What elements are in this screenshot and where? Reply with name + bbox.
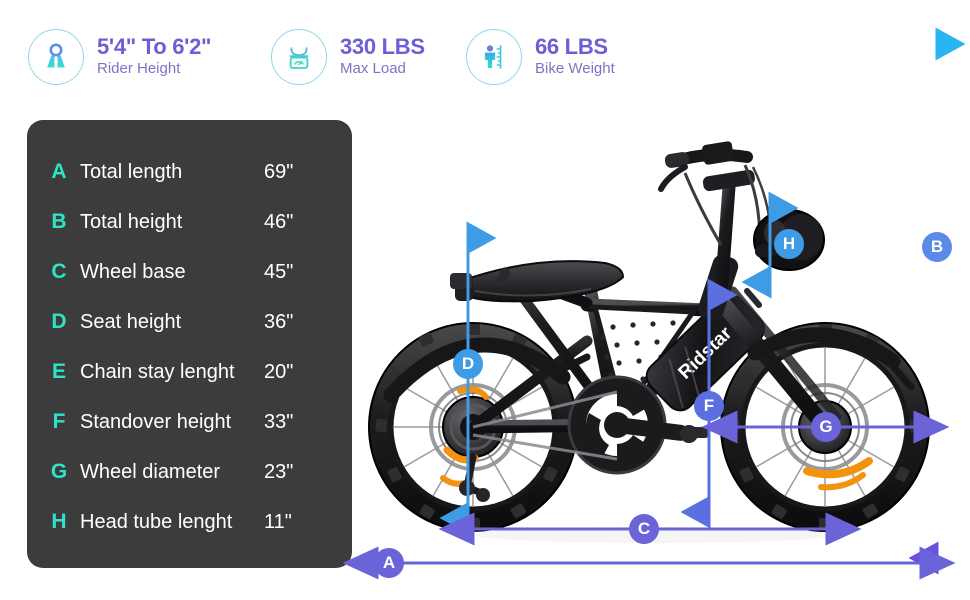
dimension-badge-c: C [629,514,659,544]
spec-diagram-root: 5'4" To 6'2" Rider Height 330 LBS Max Lo… [0,0,970,600]
dimension-lines-layer [342,27,966,580]
dimension-badge-h: H [774,229,804,259]
dimension-badge-g: G [811,412,841,442]
dimension-badge-b: B [922,232,952,262]
dimension-badge-a: A [374,548,404,578]
dimension-badge-f: F [694,391,724,421]
dimension-badge-d: D [453,349,483,379]
